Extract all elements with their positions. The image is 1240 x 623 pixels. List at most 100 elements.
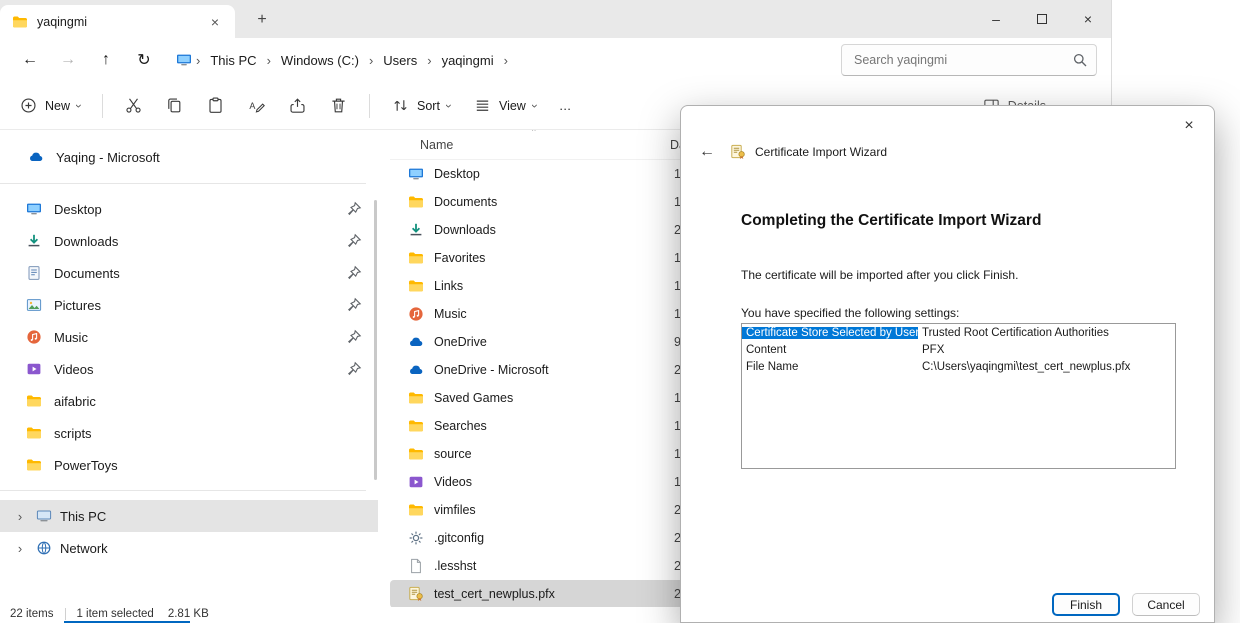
chevron-right-icon: › — [425, 53, 433, 68]
sidebar-item-this-pc[interactable]: › This PC — [0, 500, 378, 532]
computer-icon — [36, 508, 52, 524]
up-button[interactable]: ↑ — [90, 44, 122, 76]
new-button[interactable]: New › — [10, 90, 90, 121]
chevron-down-icon: › — [73, 104, 85, 108]
settings-row-file-name[interactable]: File Name C:\Users\yaqingmi\test_cert_ne… — [742, 358, 1175, 375]
dialog-header: ← Certificate Import Wizard — [693, 141, 887, 163]
gear-icon — [408, 530, 424, 546]
chevron-right-icon[interactable]: › — [12, 541, 28, 556]
rename-icon: A — [247, 96, 266, 115]
close-button[interactable]: × — [1065, 0, 1111, 38]
sidebar-item-label: Downloads — [54, 234, 334, 249]
file-name: OneDrive — [434, 335, 664, 349]
breadcrumb-users[interactable]: Users — [377, 49, 423, 72]
dialog-title: Certificate Import Wizard — [755, 145, 887, 159]
folder-icon — [26, 393, 42, 409]
folder-icon — [26, 425, 42, 441]
minimize-button[interactable]: – — [973, 0, 1019, 38]
pin-icon — [346, 297, 362, 313]
sidebar-item-onedrive-root[interactable]: Yaqing - Microsoft — [0, 140, 378, 174]
sidebar-item-videos[interactable]: Videos — [0, 353, 378, 385]
copy-icon — [165, 96, 184, 115]
delete-button[interactable] — [320, 90, 357, 121]
dialog-back-button[interactable]: ← — [693, 141, 721, 163]
file-name: Desktop — [434, 167, 664, 181]
breadcrumb-this-pc[interactable]: This PC — [204, 49, 262, 72]
certificate-wizard-icon — [730, 144, 746, 160]
network-icon — [36, 540, 52, 556]
dialog-close-button[interactable]: × — [1174, 112, 1204, 140]
videos-icon — [26, 361, 42, 377]
setting-key: File Name — [742, 361, 918, 373]
sidebar-item-documents[interactable]: Documents — [0, 257, 378, 289]
folder-icon — [12, 14, 28, 30]
sidebar-scrollbar[interactable] — [374, 200, 377, 480]
wizard-intro-text: The certificate will be imported after y… — [741, 268, 1018, 282]
setting-key: Certificate Store Selected by User — [742, 327, 918, 339]
sidebar-item-powertoys[interactable]: PowerToys — [0, 449, 378, 481]
cut-button[interactable] — [115, 90, 152, 121]
item-count: 22 items — [0, 608, 65, 620]
pin-icon — [346, 361, 362, 377]
file-name: Favorites — [434, 251, 664, 265]
search-input[interactable] — [852, 52, 1072, 68]
breadcrumb-yaqingmi[interactable]: yaqingmi — [436, 49, 500, 72]
toolbar-divider — [102, 94, 103, 118]
sidebar-item-music[interactable]: Music — [0, 321, 378, 353]
onedrive-cloud-icon — [408, 362, 424, 378]
file-name: Downloads — [434, 223, 664, 237]
settings-row-content[interactable]: Content PFX — [742, 341, 1175, 358]
sidebar-item-aifabric[interactable]: aifabric — [0, 385, 378, 417]
sidebar-item-desktop[interactable]: Desktop — [0, 193, 378, 225]
file-icon — [408, 558, 424, 574]
chevron-right-icon: › — [367, 53, 375, 68]
back-button[interactable]: ← — [14, 44, 46, 76]
wizard-settings-label: You have specified the following setting… — [741, 306, 959, 320]
sidebar-item-network[interactable]: › Network — [0, 532, 378, 564]
breadcrumb-windows-c[interactable]: Windows (C:) — [275, 49, 365, 72]
svg-text:A: A — [249, 101, 255, 111]
cancel-button[interactable]: Cancel — [1132, 593, 1200, 616]
onedrive-cloud-icon — [28, 149, 44, 165]
rename-button[interactable]: A — [238, 90, 275, 121]
new-tab-button[interactable]: + — [250, 8, 274, 32]
sidebar-item-scripts[interactable]: scripts — [0, 417, 378, 449]
sidebar-item-label: Desktop — [54, 202, 334, 217]
refresh-button[interactable]: ↻ — [128, 44, 160, 76]
chevron-right-icon[interactable]: › — [12, 509, 28, 524]
explorer-tab[interactable]: yaqingmi × — [0, 5, 235, 38]
breadcrumb: › This PC › Windows (C:) › Users › yaqin… — [166, 43, 784, 77]
this-pc-icon — [176, 52, 192, 68]
chevron-right-icon: › — [502, 53, 510, 68]
settings-row-certificate-store[interactable]: Certificate Store Selected by User Trust… — [742, 324, 1175, 341]
folder-icon — [408, 446, 424, 462]
sidebar-item-label: Yaqing - Microsoft — [56, 150, 160, 165]
maximize-button[interactable] — [1019, 0, 1065, 38]
pin-icon — [346, 329, 362, 345]
sort-button[interactable]: Sort › — [382, 90, 460, 121]
new-button-label: New — [45, 99, 70, 113]
folder-icon — [408, 250, 424, 266]
search-icon[interactable] — [1072, 52, 1088, 68]
copy-button[interactable] — [156, 90, 193, 121]
more-options-button[interactable]: … — [550, 93, 581, 119]
navigation-bar: ← → ↑ ↻ › This PC › Windows (C:) › Users… — [0, 38, 1111, 82]
share-button[interactable] — [279, 90, 316, 121]
column-header-name[interactable]: Name — [420, 138, 670, 152]
window-controls: – × — [973, 0, 1111, 38]
search-box — [841, 44, 1097, 76]
view-button[interactable]: View › — [464, 90, 546, 121]
file-name: Saved Games — [434, 391, 664, 405]
downloads-icon — [408, 222, 424, 238]
forward-button[interactable]: → — [52, 44, 84, 76]
pin-icon — [346, 201, 362, 217]
selection-size: 2.81 KB — [164, 608, 213, 620]
trash-icon — [329, 96, 348, 115]
tab-close-icon[interactable]: × — [205, 14, 225, 30]
finish-button[interactable]: Finish — [1052, 593, 1120, 616]
sidebar-item-downloads[interactable]: Downloads — [0, 225, 378, 257]
file-name: Videos — [434, 475, 664, 489]
sidebar-item-label: This PC — [60, 509, 106, 524]
sidebar-item-pictures[interactable]: Pictures — [0, 289, 378, 321]
paste-button[interactable] — [197, 90, 234, 121]
